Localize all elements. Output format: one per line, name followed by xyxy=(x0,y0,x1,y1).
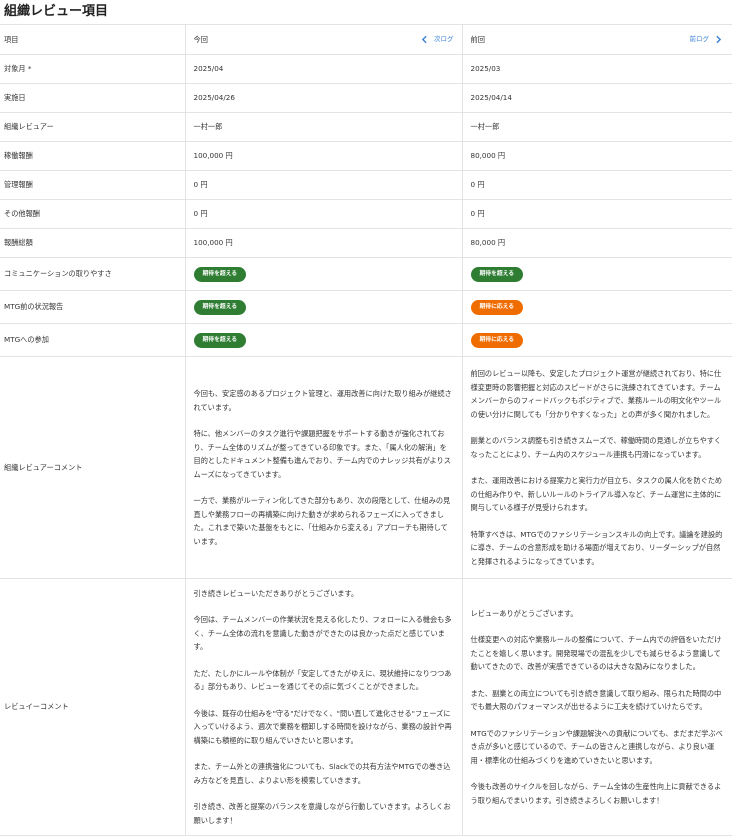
previous-value: 一村一郎 xyxy=(461,112,732,142)
comment-paragraph: 今後も改善のサイクルを回しながら、チーム全体の生産性向上に貢献できるよう取り組ん… xyxy=(470,782,722,805)
comment-paragraph: ただ、たしかにルールや体制が「安定してきたがゆえに、現状維持になりつつある」部分… xyxy=(193,668,452,692)
prev-log-label: 前ログ xyxy=(689,34,710,43)
current-value: 0 円 xyxy=(184,199,462,229)
previous-value: 0 円 xyxy=(461,170,732,200)
header-previous-label: 前回 xyxy=(470,34,485,44)
comment-paragraph: また、副業との両立についても引き続き意識して取り組み、限られた時間の中でも最大限… xyxy=(470,688,722,712)
current-value: 2025/04/26 xyxy=(184,83,462,113)
row-communication: コミュニケーションの取りやすさ 期待を超える 期待を超える xyxy=(0,257,732,291)
header-current-label: 今回 xyxy=(193,34,208,44)
chevron-right-icon xyxy=(716,35,722,44)
table-header-row: 項目 今回 次ログ 前回 前ログ xyxy=(0,24,732,55)
previous-value: 期待に応える xyxy=(461,290,732,324)
comment-paragraph: 引き続きレビューいただきありがとうございます。 xyxy=(193,588,359,598)
comment-paragraph: 副業とのバランス調整も引き続きスムーズで、稼働時間の見通しが立ちやすくなったこと… xyxy=(470,436,722,459)
current-value: 2025/04 xyxy=(184,54,462,84)
previous-value: 2025/04/14 xyxy=(461,83,732,113)
chevron-left-icon xyxy=(421,35,427,44)
row-label: 組織レビュアーコメント xyxy=(0,356,185,579)
comment-paragraph: 一方で、業務がルーティン化してきた部分もあり、次の段階として、仕組みの見直しや業… xyxy=(193,496,451,546)
row-label: 管理報酬 xyxy=(0,170,185,200)
previous-value: 80,000 円 xyxy=(461,228,732,258)
comment-paragraph: MTGでのファシリテーションや課題解決への貢献についても、まだまだ学ぶべき点が多… xyxy=(470,728,723,765)
row-date: 実施日 2025/04/26 2025/04/14 xyxy=(0,83,732,113)
reviewee-comment-previous: レビューありがとうございます。 仕様変更への対応や業務ルールの整備について、チー… xyxy=(461,578,732,836)
comment-paragraph: 今後は、既存の仕組みを"守る"だけでなく、"問い直して進化させる"フェーズに入っ… xyxy=(193,708,452,745)
rating-badge: 期待に応える xyxy=(470,333,524,348)
rating-badge: 期待を超える xyxy=(193,300,247,315)
row-label: MTG前の状況報告 xyxy=(0,290,185,324)
comment-paragraph: 今回も、安定感のあるプロジェクト管理と、運用改善に向けた取り組みが継続されていま… xyxy=(193,389,452,412)
row-mtg-participation: MTGへの参加 期待を超える 期待に応える xyxy=(0,323,732,357)
row-label: その他報酬 xyxy=(0,199,185,229)
row-label: MTGへの参加 xyxy=(0,323,185,357)
next-log-link[interactable]: 次ログ xyxy=(419,33,454,47)
current-value: 期待を超える xyxy=(184,290,462,324)
row-reviewee-comment: レビュイーコメント 引き続きレビューいただきありがとうございます。 今回は、チー… xyxy=(0,578,732,836)
current-value: 期待を超える xyxy=(184,323,462,357)
reviewer-comment-current: 今回も、安定感のあるプロジェクト管理と、運用改善に向けた取り組みが継続されていま… xyxy=(184,356,462,579)
comment-paragraph: 引き続き、改善と提案のバランスを意識しながら行動していきます。よろしくお願いしま… xyxy=(193,802,451,825)
comment-paragraph: レビューありがとうございます。 xyxy=(470,608,578,618)
row-reviewer-comment: 組織レビュアーコメント 今回も、安定感のあるプロジェクト管理と、運用改善に向けた… xyxy=(0,356,732,579)
current-value: 0 円 xyxy=(184,170,462,200)
comment-paragraph: また、運用改善における提案力と実行力が目立ち、タスクの属人化を防ぐための仕組み作… xyxy=(470,476,723,512)
next-log-label: 次ログ xyxy=(434,34,454,43)
comment-paragraph: 今回は、チームメンバーの作業状況を見える化したり、フォローに入る機会も多く、チー… xyxy=(193,615,452,652)
previous-value: 期待に応える xyxy=(461,323,732,357)
row-reviewer: 組織レビュアー 一村一郎 一村一郎 xyxy=(0,112,732,142)
previous-value: 期待を超える xyxy=(461,257,732,291)
row-target-month: 対象月 * 2025/04 2025/03 xyxy=(0,54,732,84)
rating-badge: 期待を超える xyxy=(193,267,247,282)
row-label: 実施日 xyxy=(0,83,185,113)
row-label: 稼働報酬 xyxy=(0,141,185,171)
header-item: 項目 xyxy=(0,24,185,55)
reviewer-comment-previous: 前回のレビュー以降も、安定したプロジェクト運営が継続されており、特に仕様変更時の… xyxy=(461,356,732,579)
review-table: 項目 今回 次ログ 前回 前ログ 対象月 * 2025/04 2025/03 実… xyxy=(0,24,732,836)
rating-badge: 期待を超える xyxy=(470,267,524,282)
row-label: レビュイーコメント xyxy=(0,578,185,836)
previous-value: 2025/03 xyxy=(461,54,732,84)
prev-log-link[interactable]: 前ログ xyxy=(690,33,725,47)
row-label: 組織レビュアー xyxy=(0,112,185,142)
row-pre-mtg-report: MTG前の状況報告 期待を超える 期待に応える xyxy=(0,290,732,324)
row-other-pay: その他報酬 0 円 0 円 xyxy=(0,199,732,229)
comment-paragraph: 特に、他メンバーのタスク進行や課題把握をサポートする動きが強化されており、チーム… xyxy=(193,429,451,479)
previous-value: 80,000 円 xyxy=(461,141,732,171)
rating-badge: 期待に応える xyxy=(470,300,524,315)
current-value: 期待を超える xyxy=(184,257,462,291)
row-label: 報酬総額 xyxy=(0,228,185,258)
row-management-pay: 管理報酬 0 円 0 円 xyxy=(0,170,732,200)
current-value: 100,000 円 xyxy=(184,228,462,258)
header-current: 今回 次ログ xyxy=(184,24,462,55)
current-value: 一村一郎 xyxy=(184,112,462,142)
row-label: 対象月 * xyxy=(0,54,185,84)
row-work-pay: 稼働報酬 100,000 円 80,000 円 xyxy=(0,141,732,171)
row-label: コミュニケーションの取りやすさ xyxy=(0,257,185,291)
reviewee-comment-current: 引き続きレビューいただきありがとうございます。 今回は、チームメンバーの作業状況… xyxy=(184,578,462,836)
header-previous: 前回 前ログ xyxy=(461,24,732,55)
comment-paragraph: 仕様変更への対応や業務ルールの整備について、チーム内での評価をいただけたことを嬉… xyxy=(470,635,722,672)
comment-paragraph: 前回のレビュー以降も、安定したプロジェクト運営が継続されており、特に仕様変更時の… xyxy=(470,369,722,419)
row-total-pay: 報酬総額 100,000 円 80,000 円 xyxy=(0,228,732,258)
comment-paragraph: 特筆すべきは、MTGでのファシリテーションスキルの向上です。議論を建設的に導き、… xyxy=(470,529,723,566)
rating-badge: 期待を超える xyxy=(193,333,247,348)
comment-paragraph: また、チーム外との連携強化についても、Slackでの共有方法やMTGでの巻き込み… xyxy=(193,762,451,785)
previous-value: 0 円 xyxy=(461,199,732,229)
page-title: 組織レビュー項目 xyxy=(4,4,109,19)
current-value: 100,000 円 xyxy=(184,141,462,171)
